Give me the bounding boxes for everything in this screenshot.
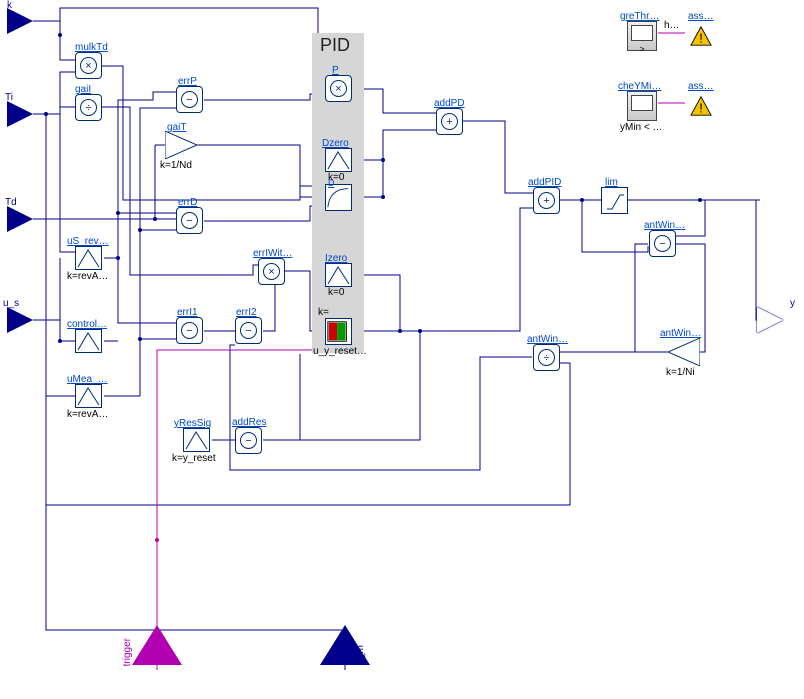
sum-icon: −	[181, 91, 198, 108]
svg-text:!: !	[699, 30, 703, 45]
port-us-label: u_s	[3, 298, 19, 309]
block-assert1[interactable]: !	[690, 25, 712, 47]
block-cheYMin[interactable]	[627, 91, 657, 121]
sum-icon: +	[441, 113, 458, 130]
label-errP: errP	[178, 76, 197, 87]
port-trigger[interactable]	[132, 625, 182, 665]
sub-greThr: h…	[664, 20, 680, 31]
block-I[interactable]	[325, 318, 352, 345]
block-Izero[interactable]	[325, 263, 352, 287]
port-us[interactable]	[7, 307, 33, 333]
label-control: control…	[67, 319, 107, 330]
sub-uSrev: k=revA…	[67, 271, 108, 282]
sum-icon: −	[240, 322, 257, 339]
label-antWin3: antWin…	[527, 334, 568, 345]
block-D[interactable]	[325, 184, 352, 211]
port-td[interactable]	[7, 206, 33, 232]
block-errIWit[interactable]: ×	[258, 258, 285, 285]
sum-icon: +	[538, 192, 555, 209]
label-antWinGain: antWin…	[660, 328, 701, 339]
product-icon: ×	[330, 80, 347, 97]
sum-icon: −	[654, 235, 671, 252]
block-gaiI[interactable]: ÷	[75, 94, 102, 121]
block-uMea[interactable]	[75, 384, 102, 408]
divide-icon: ÷	[80, 99, 97, 116]
pre-I: k=	[318, 307, 329, 318]
label-yResSig: yResSig	[174, 418, 211, 429]
block-greThr[interactable]: >	[627, 21, 657, 51]
port-k-label: k	[7, 0, 12, 11]
port-um-label: u_m	[355, 645, 366, 664]
block-P[interactable]: ×	[325, 75, 352, 102]
block-errI2[interactable]: −	[235, 317, 262, 344]
block-mulkTd[interactable]: ×	[75, 52, 102, 79]
label-errIWit: errIWit…	[253, 248, 292, 259]
block-antWin3[interactable]: ÷	[533, 344, 560, 371]
block-addRes[interactable]: −	[235, 427, 262, 454]
sum-icon: −	[181, 322, 198, 339]
label-antWinErr: antWin…	[644, 220, 685, 231]
sub-uMea: k=revA…	[67, 409, 108, 420]
port-ti-label: Ti	[5, 92, 13, 103]
port-y[interactable]	[757, 307, 783, 333]
sum-icon: −	[240, 432, 257, 449]
sub-gaiT: k=1/Nd	[160, 160, 192, 171]
sub-yResSig: k=y_reset	[172, 453, 216, 464]
block-yResSig[interactable]	[183, 428, 210, 452]
sub-cheYMin: yMin < …	[620, 122, 663, 133]
block-gaiT[interactable]	[165, 131, 197, 159]
label-uSrev: uS_rev…	[67, 236, 109, 247]
label-assert2: ass…	[688, 81, 714, 92]
product-icon: ×	[80, 57, 97, 74]
port-ti[interactable]	[7, 101, 33, 127]
label-gaiT: gaiT	[167, 122, 186, 133]
block-errI1[interactable]: −	[176, 317, 203, 344]
divide-icon: ÷	[538, 349, 555, 366]
block-antWinErr[interactable]: −	[649, 230, 676, 257]
sub-I: u_y_reset…	[313, 346, 367, 357]
block-addPID[interactable]: +	[533, 187, 560, 214]
label-uMea: uMea_…	[67, 374, 108, 385]
label-cheYMin: cheYMi…	[618, 81, 661, 92]
label-Izero: Izero	[325, 253, 347, 264]
label-D: D	[328, 178, 335, 188]
block-control[interactable]	[75, 329, 102, 353]
label-P: P	[332, 65, 339, 76]
block-addPD[interactable]: +	[436, 108, 463, 135]
block-assert2[interactable]: !	[690, 95, 712, 117]
sum-icon: −	[181, 212, 198, 229]
block-antWinGain[interactable]	[668, 338, 700, 366]
product-icon: ×	[263, 263, 280, 280]
label-mulkTd: mulkTd	[75, 42, 108, 53]
label-gaiI: gaiI	[75, 84, 91, 95]
sub-Izero: k=0	[328, 287, 344, 298]
label-errD: errD	[178, 197, 197, 208]
label-addPD: addPD	[434, 98, 465, 109]
label-Dzero: Dzero	[322, 138, 349, 149]
port-trigger-label: trigger	[122, 638, 133, 666]
port-td-label: Td	[5, 197, 17, 208]
label-greThr: greThr…	[620, 11, 659, 22]
label-addRes: addRes	[232, 417, 266, 428]
port-k[interactable]	[7, 8, 33, 34]
label-lim: lim	[605, 177, 618, 188]
label-addPID: addPID	[528, 177, 561, 188]
label-errI2: errI2	[236, 307, 257, 318]
sub-antWinGain: k=1/Ni	[666, 367, 695, 378]
block-errP[interactable]: −	[176, 86, 203, 113]
block-lim[interactable]	[601, 187, 628, 214]
pid-title: PID	[320, 36, 350, 54]
block-Dzero[interactable]	[325, 148, 352, 172]
port-y-label: y	[790, 298, 795, 309]
block-uSrev[interactable]	[75, 246, 102, 270]
svg-text:!: !	[699, 100, 703, 115]
label-errI1: errI1	[177, 307, 198, 318]
label-assert1: ass…	[688, 11, 714, 22]
block-errD[interactable]: −	[176, 207, 203, 234]
